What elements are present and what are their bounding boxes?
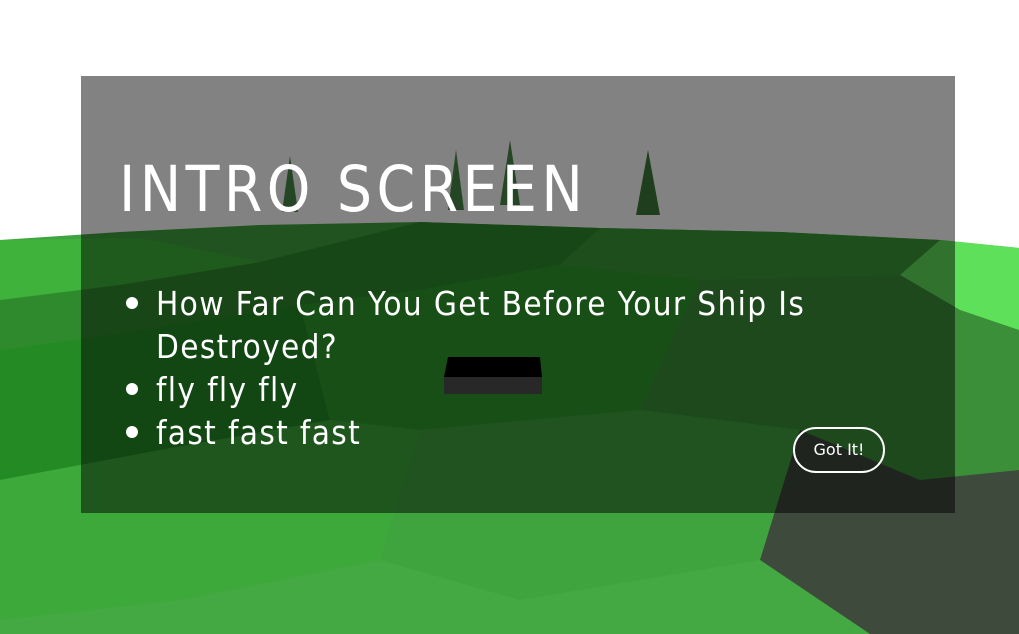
list-item: fly fly fly <box>126 368 916 411</box>
intro-list: How Far Can You Get Before Your Ship Is … <box>126 282 916 454</box>
bullet-icon <box>126 426 138 438</box>
intro-title: INTRO SCREEN <box>119 153 588 226</box>
bullet-icon <box>126 297 138 309</box>
got-it-button[interactable]: Got It! <box>793 427 885 473</box>
list-item: How Far Can You Get Before Your Ship Is … <box>126 282 916 368</box>
bullet-icon <box>126 383 138 395</box>
intro-overlay: INTRO SCREEN How Far Can You Get Before … <box>81 76 955 513</box>
